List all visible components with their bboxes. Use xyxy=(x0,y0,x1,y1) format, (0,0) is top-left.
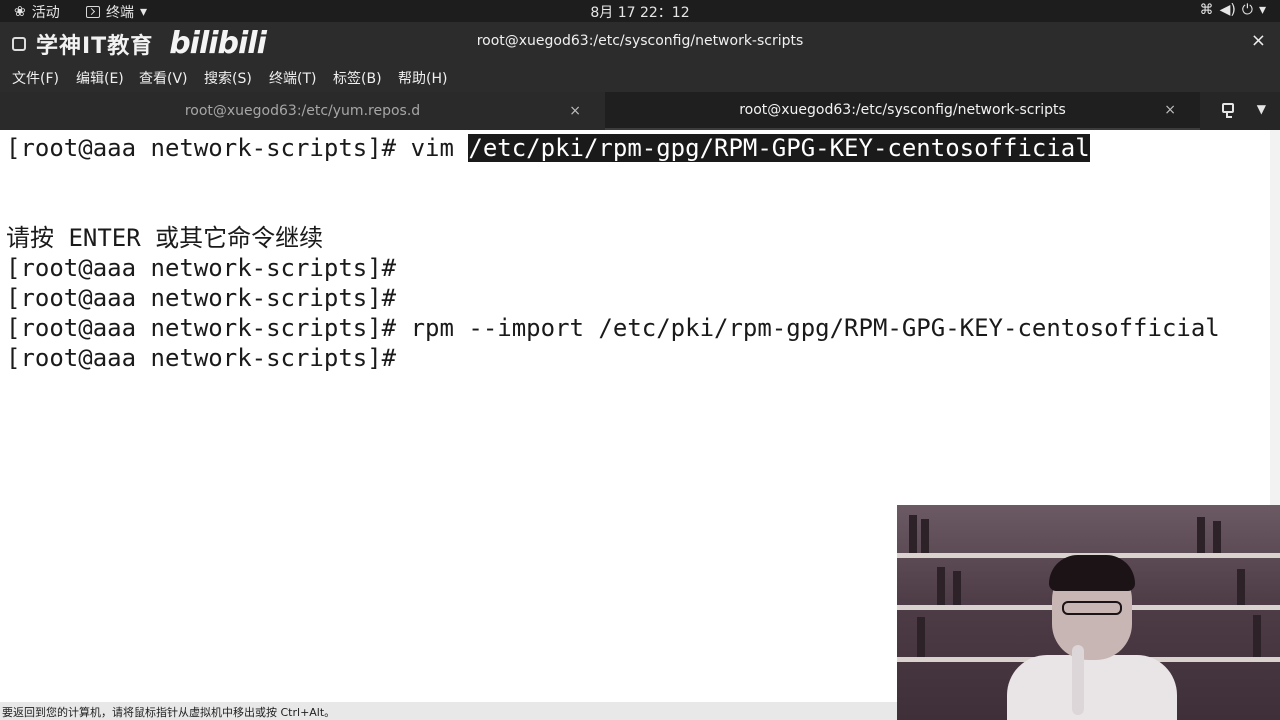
tab-close-icon[interactable]: × xyxy=(569,103,581,119)
dropdown-icon[interactable]: ▼ xyxy=(1257,102,1266,116)
menu-edit[interactable]: 编辑(E) xyxy=(76,68,124,88)
window-titlebar[interactable]: 学神IT教育 bilibili root@xuegod63:/etc/sysco… xyxy=(0,22,1280,62)
terminal-line: [root@aaa network-scripts]# xyxy=(6,254,397,282)
menu-search[interactable]: 搜索(S) xyxy=(204,68,252,88)
tab-network-scripts[interactable]: root@xuegod63:/etc/sysconfig/network-scr… xyxy=(605,92,1200,130)
new-tab-icon[interactable] xyxy=(1220,101,1238,119)
menu-bar: 文件(F) 编辑(E) 查看(V) 搜索(S) 终端(T) 标签(B) 帮助(H… xyxy=(0,62,1280,92)
menu-terminal[interactable]: 终端(T) xyxy=(269,68,316,88)
selected-text: /etc/pki/rpm-gpg/RPM-GPG-KEY-centosoffic… xyxy=(468,134,1090,162)
system-status-area[interactable]: ⌘ ◀) ⏻ ▾ xyxy=(1200,2,1266,18)
window-title: root@xuegod63:/etc/sysconfig/network-scr… xyxy=(476,33,804,49)
tab-yum-repos[interactable]: root@xuegod63:/etc/yum.repos.d × xyxy=(0,92,605,130)
menu-file[interactable]: 文件(F) xyxy=(12,68,59,88)
terminal-line: [root@aaa network-scripts]# vim /etc/pki… xyxy=(6,134,1090,162)
clock[interactable]: 8月 17 22：12 xyxy=(0,2,1280,22)
system-top-bar: ❀ 活动 终端 ▾ 8月 17 22：12 ⌘ ◀) ⏻ ▾ xyxy=(0,0,1280,22)
terminal-line: [root@aaa network-scripts]# xyxy=(6,284,397,312)
status-text: 要返回到您的计算机，请将鼠标指针从虚拟机中移出或按 Ctrl+Alt。 xyxy=(2,706,336,719)
terminal-line: [root@aaa network-scripts]# xyxy=(6,344,397,372)
network-icon: ⌘ xyxy=(1199,2,1214,18)
power-icon: ⏻ xyxy=(1241,2,1253,18)
terminal-line: 请按 ENTER 或其它命令继续 xyxy=(6,224,324,252)
tab-bar: root@xuegod63:/etc/yum.repos.d × root@xu… xyxy=(0,92,1280,130)
menu-help[interactable]: 帮助(H) xyxy=(398,68,447,88)
volume-icon: ◀) xyxy=(1219,2,1236,18)
window-close-button[interactable]: × xyxy=(1251,30,1266,51)
chevron-down-icon: ▾ xyxy=(1258,2,1266,18)
menu-view[interactable]: 查看(V) xyxy=(139,68,188,88)
menu-tabs[interactable]: 标签(B) xyxy=(333,68,382,88)
webcam-overlay xyxy=(897,505,1280,720)
tab-close-icon[interactable]: × xyxy=(1164,102,1176,118)
terminal-line: [root@aaa network-scripts]# rpm --import… xyxy=(6,314,1220,342)
